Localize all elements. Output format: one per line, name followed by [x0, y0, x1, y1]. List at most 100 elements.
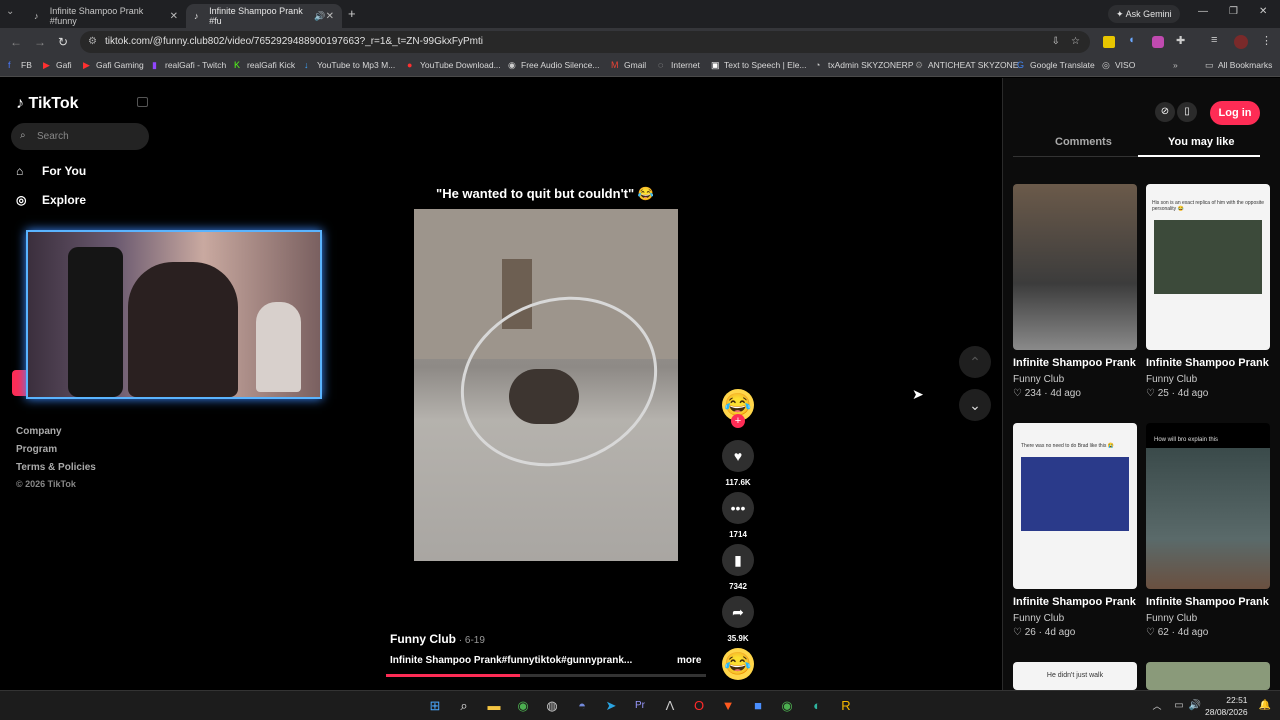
footer-program[interactable]: Program [16, 444, 57, 455]
bookmark-txadmin[interactable]: ◔ txAdmin SKYZONERP [815, 60, 914, 70]
device-icon[interactable]: ▯ [1177, 102, 1197, 122]
chrome-icon[interactable]: ◉ [514, 697, 532, 715]
notification-icon[interactable]: 🔔 [1256, 697, 1274, 715]
coins-icon[interactable]: ⊘ [1155, 102, 1175, 122]
like-button[interactable]: ♥ 117.6K [722, 440, 754, 487]
brave-icon[interactable]: ▼ [719, 697, 737, 715]
bookmark-gmail[interactable]: M Gmail [611, 60, 646, 70]
new-tab-button[interactable]: + [348, 6, 356, 21]
chrome-icon[interactable]: ◉ [778, 697, 796, 715]
video-description: Infinite Shampoo Prank#funnytiktok#gunny… [390, 655, 633, 666]
app-icon[interactable]: ■ [749, 697, 767, 715]
bookmark-fb[interactable]: f FB [8, 60, 32, 70]
search-input[interactable]: Search [11, 123, 149, 150]
extension-icon[interactable]: ◖ [1128, 34, 1135, 46]
menu-icon[interactable]: ⋮ [1261, 34, 1272, 47]
tab-you-may-like[interactable]: You may like [1168, 136, 1234, 148]
download-icon: ↓ [304, 60, 309, 70]
premiere-icon[interactable]: Pr [631, 697, 649, 715]
extension-icon[interactable] [1103, 36, 1115, 48]
login-button-partial[interactable] [12, 370, 26, 396]
bookmark-label: YouTube to Mp3 M... [317, 60, 396, 70]
like-count: 117.6K [725, 478, 751, 487]
previous-video-button[interactable]: ⌃ [959, 346, 991, 378]
bookmark-internet[interactable]: ◌ Internet [658, 60, 700, 70]
forward-button[interactable]: → [34, 35, 46, 49]
nav-explore[interactable]: ◎ Explore [16, 193, 86, 207]
bookmark-anticheat[interactable]: ⚙ ANTICHEAT SKYZONE [915, 60, 1018, 71]
taskbar-clock[interactable]: 22:51 28/08/2026 [1205, 694, 1248, 718]
tiktok-logo[interactable]: ♪ TikTok [16, 95, 79, 113]
bookmark-kick[interactable]: KrealGafi Kick [234, 60, 295, 70]
reload-button[interactable]: ↻ [58, 35, 68, 49]
gear-icon: ⚙ [915, 60, 924, 70]
bookmark-gafi-gaming[interactable]: ▶ Gafi Gaming [83, 60, 144, 71]
ask-gemini-button[interactable]: ✦ Ask Gemini [1108, 5, 1180, 23]
recommended-card[interactable]: How will bro explain this Infinite Shamp… [1146, 423, 1270, 638]
recommended-card[interactable] [1146, 662, 1270, 690]
edge-icon[interactable]: ◐ [808, 697, 826, 715]
media-icon[interactable]: ≡ [1211, 34, 1217, 46]
video-author[interactable]: Funny Club · 6-19 [390, 632, 485, 646]
follow-button[interactable]: + [731, 414, 745, 428]
discord-icon[interactable]: ◓ [573, 697, 591, 715]
recommended-card[interactable]: Infinite Shampoo Prank #funnytiktok#gunn… [1013, 184, 1137, 399]
bookmark-tts[interactable]: ▣ Text to Speech | Ele... [711, 60, 807, 71]
recommended-card[interactable]: His son is an exact replica of him with … [1146, 184, 1270, 399]
back-button[interactable]: ← [10, 35, 22, 49]
footer-terms[interactable]: Terms & Policies [16, 462, 96, 473]
share-button[interactable]: ➦ 35.9K [722, 596, 754, 643]
collapse-sidebar-icon[interactable] [137, 97, 148, 107]
speaker-icon[interactable]: 🔊 [314, 11, 325, 22]
card-author: Funny Club [1013, 374, 1065, 385]
bookmark-gafi[interactable]: ▶ Gafi [43, 60, 72, 71]
site-info-icon[interactable]: ⚙ [88, 31, 97, 53]
comment-button[interactable]: ••• 1714 [722, 492, 754, 539]
opera-icon[interactable]: O [690, 697, 708, 715]
windows-start-icon[interactable]: ⊞ [426, 697, 444, 715]
url-field[interactable]: ⚙ tiktok.com/@funny.club802/video/765292… [80, 31, 1090, 53]
volume-icon[interactable]: 🔊 [1186, 697, 1204, 715]
app-icon[interactable]: Ʌ [661, 697, 679, 715]
footer-company[interactable]: Company [16, 426, 62, 437]
window-close-button[interactable]: ✕ [1259, 6, 1267, 17]
browser-tab-2[interactable]: ♪ Infinite Shampoo Prank #fu 🔊 ✕ [186, 4, 342, 28]
install-icon[interactable]: ⇩ [1052, 31, 1060, 53]
video-progress-bar[interactable] [386, 674, 706, 677]
all-bookmarks[interactable]: ▭ All Bookmarks [1205, 60, 1272, 71]
extension-icon[interactable] [1152, 36, 1164, 48]
tab-search-icon[interactable]: ⌄ [6, 6, 14, 17]
recommended-card[interactable]: He didn't just walk [1013, 662, 1137, 690]
login-button[interactable]: Log in [1210, 101, 1260, 125]
telegram-icon[interactable]: ➤ [602, 697, 620, 715]
search-icon[interactable]: ⌕ [455, 697, 473, 715]
maximize-button[interactable]: ❐ [1229, 6, 1238, 17]
next-video-button[interactable]: ⌄ [959, 389, 991, 421]
bookmark-audio[interactable]: ◉ Free Audio Silence... [508, 60, 599, 71]
minimize-button[interactable]: — [1198, 6, 1208, 17]
bookmark-translate[interactable]: G Google Translate [1017, 60, 1095, 70]
save-button[interactable]: ▮ 7342 [722, 544, 754, 591]
steam-icon[interactable]: ◍ [543, 697, 561, 715]
more-link[interactable]: more [677, 655, 701, 666]
bookmark-twitch[interactable]: ▮ realGafi - Twitch [152, 60, 226, 71]
tab-comments[interactable]: Comments [1055, 136, 1112, 148]
video-player[interactable] [414, 209, 678, 561]
browser-tab-1[interactable]: ♪ Infinite Shampoo Prank #funny ✕ [26, 4, 186, 28]
bookmarks-overflow-icon[interactable]: » [1173, 60, 1178, 70]
close-icon[interactable]: ✕ [326, 11, 334, 22]
bookmark-ytdl[interactable]: ● YouTube Download... [407, 60, 501, 70]
profile-avatar[interactable] [1234, 35, 1248, 49]
file-explorer-icon[interactable]: ▬ [485, 697, 503, 715]
bookmark-ytmp3[interactable]: ↓ YouTube to Mp3 M... [304, 60, 395, 70]
tab-label: Infinite Shampoo Prank #fu [209, 6, 303, 26]
close-icon[interactable]: ✕ [170, 11, 178, 22]
tray-overflow-icon[interactable]: ︿ [1148, 697, 1166, 715]
music-disc[interactable]: 😂 [722, 648, 754, 680]
rockstar-icon[interactable]: R [837, 697, 855, 715]
bookmark-viso[interactable]: ◎ VISO [1102, 60, 1135, 71]
nav-for-you[interactable]: ⌂ For You [16, 164, 86, 178]
recommended-card[interactable]: There was no need to do Brad like this 😭… [1013, 423, 1137, 638]
bookmark-star-icon[interactable]: ☆ [1071, 31, 1080, 53]
puzzle-icon[interactable]: ✚ [1176, 34, 1185, 47]
